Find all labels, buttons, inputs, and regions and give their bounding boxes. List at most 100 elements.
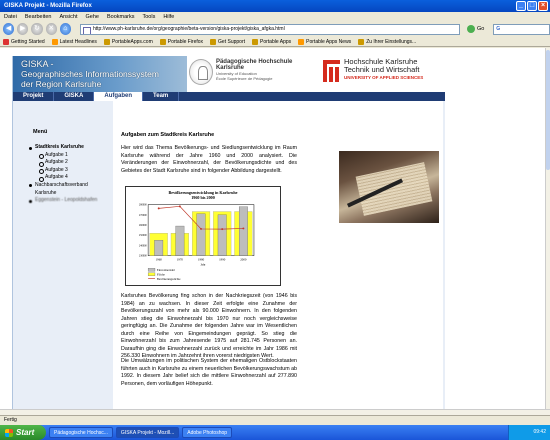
tab-giska[interactable]: GISKA (54, 92, 95, 101)
chart-subtitle: 1960 bis 2000 (191, 195, 215, 200)
menu-datei[interactable]: Datei (4, 14, 17, 20)
giska-subtitle: Geographisches Informationssystem (21, 69, 159, 79)
menu-bar: Datei Bearbeiten Ansicht Gehe Bookmarks … (0, 12, 550, 21)
sidebar-title: Menü (33, 129, 48, 135)
sidebar: Menü Stadtkreis Karlsruhe Aufgabe 1 Aufg… (13, 101, 105, 409)
web-page: GISKA - Geographisches Informationssyste… (12, 56, 445, 409)
site-header: GISKA - Geographisches Informationssyste… (13, 56, 445, 92)
population-bar (217, 214, 227, 256)
bookmark-getting-started[interactable]: Getting Started (3, 38, 45, 45)
y-tick-label: 250000 (139, 234, 147, 237)
scrollbar-thumb[interactable] (546, 50, 550, 170)
menu-gehe[interactable]: Gehe (86, 14, 99, 20)
bookmark-icon (210, 38, 217, 45)
hska-logo-icon (323, 60, 340, 82)
phk-logo-block[interactable]: Pädagogische Hochschule Karlsruhe Univer… (189, 58, 313, 90)
task-phk[interactable]: Pädagogische Hochsc... (49, 427, 113, 438)
windows-icon (5, 428, 13, 437)
vertical-scrollbar[interactable] (545, 48, 550, 409)
bookmark-portable-apps[interactable]: Portable Apps (252, 38, 291, 45)
phk-name: Pädagogische Hochschule Karlsruhe (215, 59, 293, 71)
population-bar (175, 225, 185, 256)
bookmark-einstellungen[interactable]: Zu Ihrer Einstellungs... (358, 38, 416, 45)
search-input[interactable] (493, 23, 550, 35)
bookmark-icon (103, 38, 110, 45)
x-axis-label: Jahr (200, 262, 206, 266)
phk-subtitle-fr: École Supérieure de Pédagogie (215, 76, 273, 81)
population-bar (154, 240, 164, 256)
task-firefox[interactable]: GISKA Projekt - Mozill... (115, 427, 180, 438)
giska-title: GISKA - (21, 59, 54, 69)
bookmark-portable-firefox[interactable]: Portable Firefox (159, 38, 203, 45)
sidebar-item-aufgabe-1[interactable]: Aufgabe 1 (29, 152, 105, 160)
sidebar-item-nachbarschaftsverband[interactable]: Nachbarschaftsverband Karlsruhe (29, 182, 105, 197)
legend-label: Einwohnerzahl (157, 268, 175, 272)
menu-ansicht[interactable]: Ansicht (59, 14, 77, 20)
go-button[interactable]: Go (466, 25, 484, 33)
minimize-icon[interactable]: _ (516, 1, 526, 11)
bookmark-portable-apps-news[interactable]: Portable Apps News (298, 38, 351, 45)
y-tick-label: 260000 (139, 224, 147, 227)
hska-english: UNIVERSITY OF APPLIED SCIENCES (344, 75, 424, 80)
x-tick-label: 1960 (156, 258, 163, 262)
start-button[interactable]: Start (0, 425, 46, 440)
maximize-icon[interactable]: □ (527, 1, 537, 11)
back-icon[interactable]: ◀ (3, 23, 15, 35)
main-nav: Projekt GISKA Aufgaben Team (13, 92, 445, 101)
sidebar-item-stadtkreis[interactable]: Stadtkreis Karlsruhe (29, 144, 105, 152)
y-tick-label: 270000 (139, 214, 147, 217)
y-tick-label: 280000 (139, 204, 147, 207)
giska-banner: GISKA - Geographisches Informationssyste… (13, 56, 187, 92)
y-tick-label: 230000 (139, 255, 147, 258)
y-tick-label: 240000 (139, 244, 147, 247)
address-bar[interactable]: http://www.ph-karlsruhe.de/org/geographi… (79, 23, 460, 35)
bookmark-latest-headlines[interactable]: Latest Headlines (51, 38, 97, 45)
x-tick-label: 1970 (177, 258, 184, 262)
go-icon (466, 25, 475, 33)
density-point (221, 228, 224, 231)
tab-projekt[interactable]: Projekt (13, 92, 55, 101)
bookmark-portableapps[interactable]: PortableApps.com (103, 38, 153, 45)
sidebar-item-eggenstein[interactable]: Eggenstein - Leopoldshafen (29, 197, 105, 205)
tab-aufgaben[interactable]: Aufgaben (94, 92, 144, 101)
phk-logo-icon (189, 59, 213, 85)
legend-swatch (147, 268, 156, 272)
x-tick-label: 1980 (198, 258, 205, 262)
giska-region: der Region Karlsruhe (21, 79, 102, 89)
book-photo (339, 151, 439, 223)
task-photoshop[interactable]: Adobe Photoshop (182, 427, 233, 438)
home-icon[interactable]: ⌂ (59, 23, 71, 35)
sidebar-item-aufgabe-3[interactable]: Aufgabe 3 (29, 167, 105, 175)
sidebar-item-aufgabe-2[interactable]: Aufgabe 2 (29, 159, 105, 167)
bookmark-icon (159, 38, 166, 45)
sidebar-item-aufgabe-4[interactable]: Aufgabe 4 (29, 174, 105, 182)
menu-hilfe[interactable]: Hilfe (163, 14, 174, 20)
legend-label: Fläche (157, 272, 166, 276)
menu-tools[interactable]: Tools (142, 14, 155, 20)
hska-name-2: Technik und Wirtschaft (344, 65, 420, 74)
main-content: Aufgaben zum Stadtkreis Karlsruhe Hier w… (113, 101, 443, 409)
browser-window: GISKA Projekt - Mozilla Firefox _ □ × Da… (0, 0, 550, 440)
window-controls: _ □ × (516, 1, 548, 11)
paragraph-political-change: Die Umwälzungen im politischen System de… (121, 358, 297, 387)
status-bar: Fertig (0, 415, 550, 425)
bookmark-icon (252, 38, 259, 45)
close-icon[interactable]: × (538, 1, 548, 11)
bookmark-get-support[interactable]: Get Support (210, 38, 245, 45)
page-body: Menü Stadtkreis Karlsruhe Aufgabe 1 Aufg… (13, 101, 445, 409)
menu-bearbeiten[interactable]: Bearbeiten (25, 14, 52, 20)
sidebar-menu: Stadtkreis Karlsruhe Aufgabe 1 Aufgabe 2… (29, 144, 105, 205)
density-point (157, 207, 160, 210)
rss-icon (298, 38, 305, 45)
density-point (242, 227, 245, 230)
reload-icon[interactable]: ↻ (31, 23, 43, 35)
stop-icon[interactable]: ✕ (45, 23, 57, 35)
forward-icon[interactable]: ▶ (17, 23, 29, 35)
bookmark-icon (3, 38, 9, 45)
menu-bookmarks[interactable]: Bookmarks (107, 14, 135, 20)
tab-team[interactable]: Team (143, 92, 180, 101)
hska-logo-block[interactable]: Hochschule Karlsruhe Technik und Wirtsch… (323, 58, 443, 90)
title-bar: GISKA Projekt - Mozilla Firefox _ □ × (0, 0, 550, 12)
density-point (200, 227, 203, 230)
page-viewport: GISKA - Geographisches Informationssyste… (0, 48, 545, 409)
